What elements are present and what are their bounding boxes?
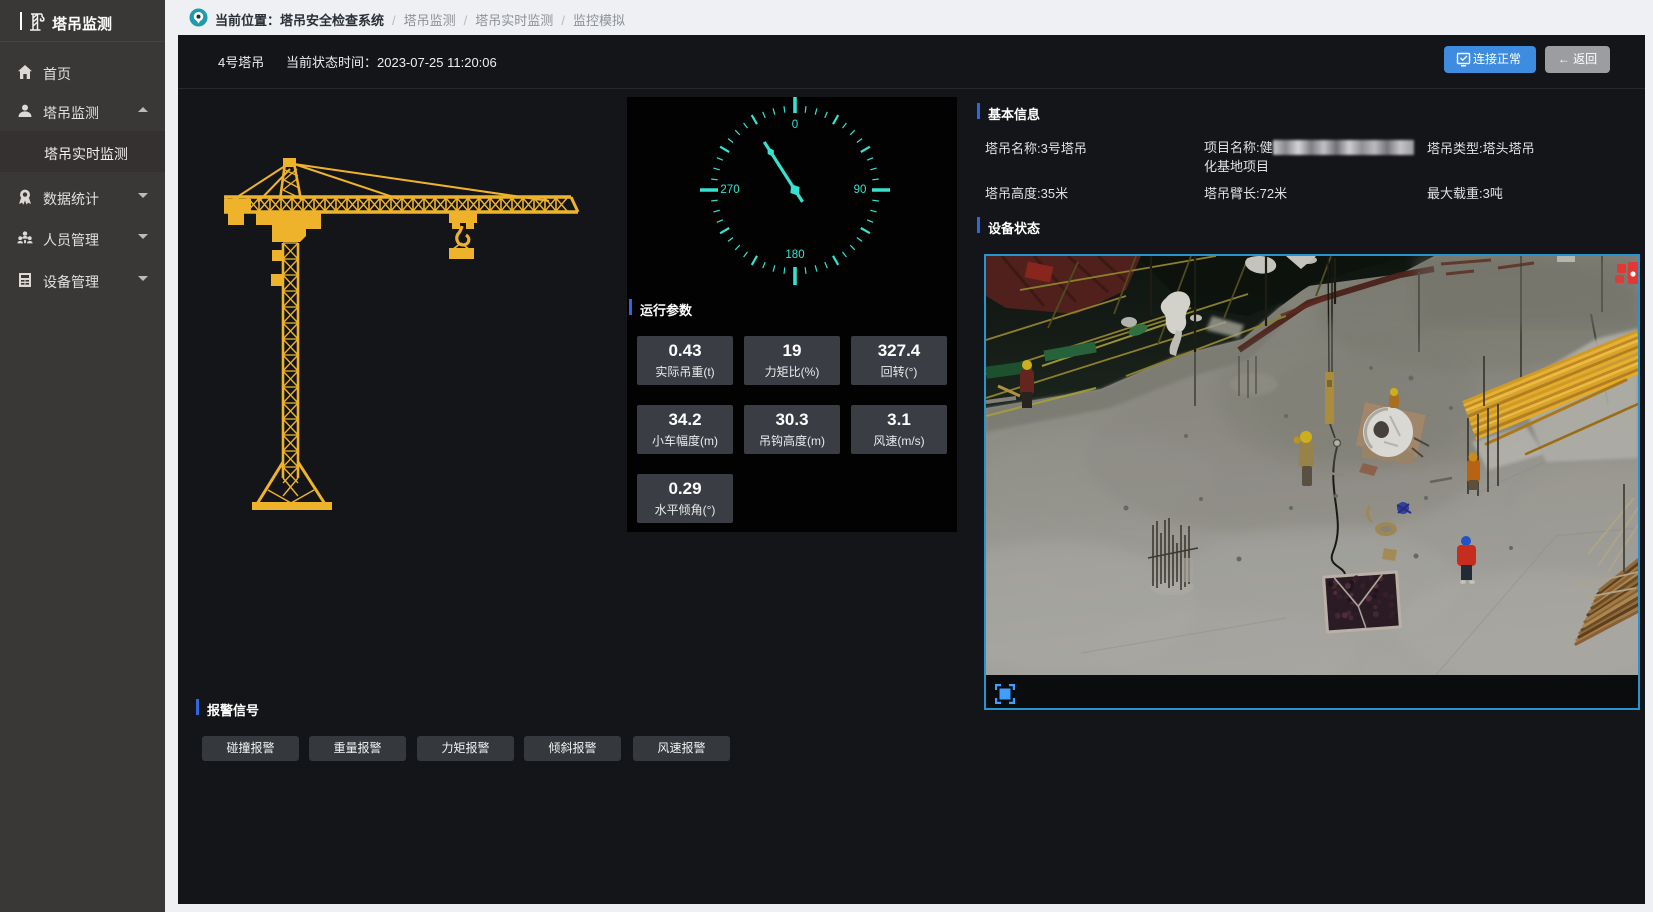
svg-text:90: 90: [854, 184, 867, 196]
svg-text:270: 270: [720, 184, 739, 196]
svg-text:180: 180: [785, 249, 804, 261]
svg-text:0: 0: [792, 119, 798, 131]
